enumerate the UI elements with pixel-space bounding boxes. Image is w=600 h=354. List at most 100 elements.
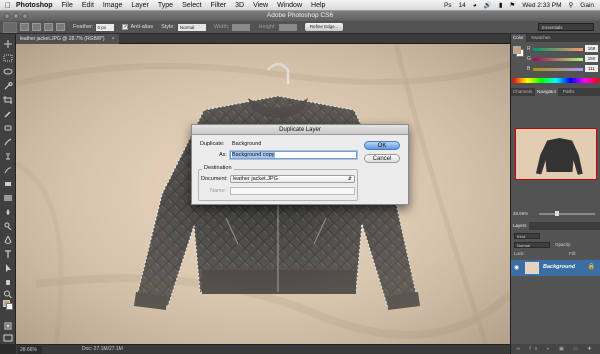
color-panel-tabs: Color Swatches: [511, 34, 600, 42]
hand-tool-icon[interactable]: [3, 278, 13, 286]
duplicate-value: Background: [232, 141, 262, 147]
history-brush-tool-icon[interactable]: [3, 166, 13, 174]
as-input[interactable]: Background copy: [230, 151, 357, 159]
document-size-info[interactable]: Doc: 27.1M/27.1M: [82, 345, 123, 354]
navigator-zoom-value[interactable]: 28.66%: [513, 211, 528, 216]
window-controls: [4, 13, 28, 19]
close-window-button[interactable]: [4, 13, 10, 19]
spotlight-icon[interactable]: ⚲: [569, 1, 574, 9]
blue-value-input[interactable]: 111: [585, 65, 598, 72]
intersect-selection-icon[interactable]: [56, 23, 65, 31]
menu-window[interactable]: Window: [277, 2, 302, 9]
layers-footer-icons[interactable]: ∞ fx ◐ ▣ ▭ ✚ 🗑: [511, 344, 600, 354]
red-slider[interactable]: [533, 48, 583, 51]
healing-brush-tool-icon[interactable]: [3, 124, 13, 132]
menu-3d[interactable]: 3D: [235, 2, 244, 9]
tab-swatches[interactable]: Swatches: [529, 34, 553, 42]
marquee-tool-icon[interactable]: [3, 54, 13, 62]
eye-icon[interactable]: ◉: [514, 264, 519, 271]
feather-input[interactable]: 0 px: [96, 23, 115, 31]
document-select[interactable]: leather jacket.JPG ⇵: [230, 175, 355, 183]
eyedropper-tool-icon[interactable]: [3, 110, 13, 118]
zoom-level-field[interactable]: 28.66%: [18, 346, 42, 354]
workspace-select[interactable]: Essentials: [538, 23, 594, 31]
menu-filter[interactable]: Filter: [211, 2, 227, 9]
navigator-zoom-slider[interactable]: [539, 211, 595, 216]
green-value-input[interactable]: 150: [585, 55, 598, 62]
zoom-tool-icon[interactable]: [3, 290, 13, 299]
menu-app-name[interactable]: Photoshop: [16, 2, 53, 9]
lasso-tool-icon[interactable]: [3, 68, 13, 76]
add-selection-icon[interactable]: [32, 23, 41, 31]
tab-paths[interactable]: Paths: [561, 88, 577, 96]
style-select[interactable]: Normal: [177, 23, 206, 31]
dodge-tool-icon[interactable]: [3, 222, 13, 231]
type-tool-icon[interactable]: [3, 250, 13, 258]
background-color-swatch[interactable]: [6, 303, 13, 310]
tab-layers[interactable]: Layers: [511, 222, 529, 230]
antialias-label: Anti-alias: [130, 24, 154, 30]
blend-mode-select[interactable]: Normal: [514, 242, 550, 248]
minimize-window-button[interactable]: [13, 13, 19, 19]
clone-stamp-tool-icon[interactable]: [3, 152, 13, 160]
navigator-zoom-thumb[interactable]: [555, 211, 559, 216]
move-tool-icon[interactable]: [3, 40, 13, 48]
wifi-icon[interactable]: ◕: [473, 2, 477, 9]
antialias-checkbox[interactable]: ✓: [122, 24, 129, 30]
tab-color[interactable]: Color: [511, 34, 526, 42]
close-tab-icon[interactable]: ×: [112, 34, 115, 44]
lock-icon[interactable]: 🔒: [588, 263, 595, 270]
battery-number[interactable]: 14: [459, 2, 466, 9]
volume-icon[interactable]: 🔊: [484, 1, 492, 9]
eraser-tool-icon[interactable]: [3, 180, 13, 188]
menu-type[interactable]: Type: [158, 2, 173, 9]
layer-row-background[interactable]: ◉ Background 🔒: [511, 260, 600, 276]
color-spectrum-bar[interactable]: [513, 78, 599, 83]
clock[interactable]: Wed 2:33 PM: [522, 2, 561, 9]
menu-view[interactable]: View: [253, 2, 268, 9]
tool-preset-picker[interactable]: [3, 21, 17, 33]
menu-edit[interactable]: Edit: [82, 2, 94, 9]
brush-tool-icon[interactable]: [3, 138, 13, 146]
document-tab[interactable]: leather jacket.JPG @ 28.7% (RGB/8*) ×: [16, 34, 119, 44]
crop-tool-icon[interactable]: [3, 96, 13, 104]
menu-layer[interactable]: Layer: [131, 2, 149, 9]
quick-mask-icon[interactable]: [3, 322, 13, 330]
name-input[interactable]: [230, 187, 355, 195]
new-selection-icon[interactable]: [20, 23, 29, 31]
user-name[interactable]: Gain: [580, 2, 594, 9]
layer-thumbnail: [525, 262, 539, 274]
ps-badge[interactable]: Ps: [444, 2, 452, 9]
path-selection-tool-icon[interactable]: [3, 264, 13, 272]
layer-filter-select[interactable]: Kind: [514, 233, 540, 239]
refine-edge-button[interactable]: Refine Edge...: [304, 23, 344, 31]
menu-file[interactable]: File: [62, 2, 73, 9]
color-panel-foreground-swatch[interactable]: [513, 46, 521, 54]
green-slider[interactable]: [533, 58, 583, 61]
gradient-tool-icon[interactable]: [3, 194, 13, 202]
ok-button[interactable]: OK: [364, 141, 400, 150]
tab-navigator[interactable]: Navigator: [535, 88, 559, 96]
battery-icon[interactable]: ▮: [499, 1, 503, 9]
subtract-selection-icon[interactable]: [44, 23, 53, 31]
height-input[interactable]: [278, 23, 297, 31]
flag-icon[interactable]: ⚑: [509, 1, 515, 9]
zoom-window-button[interactable]: [22, 13, 28, 19]
red-value-input[interactable]: 168: [585, 45, 598, 52]
pen-tool-icon[interactable]: [3, 234, 13, 245]
navigator-thumbnail[interactable]: [515, 128, 597, 180]
layer-name[interactable]: Background: [543, 264, 575, 270]
width-input[interactable]: [232, 23, 251, 31]
quick-selection-tool-icon[interactable]: [3, 82, 13, 90]
tab-channels[interactable]: Channels: [511, 88, 534, 96]
menu-image[interactable]: Image: [103, 2, 122, 9]
apple-icon[interactable]: : [0, 1, 16, 10]
menu-help[interactable]: Help: [311, 2, 325, 9]
blue-slider[interactable]: [533, 68, 583, 71]
blur-tool-icon[interactable]: [3, 208, 13, 216]
menu-select[interactable]: Select: [182, 2, 201, 9]
fill-label: Fill:: [569, 251, 576, 256]
menu-status-area: Ps 14 ◕ 🔊 ▮ ⚑ Wed 2:33 PM ⚲ Gain: [444, 1, 600, 10]
screen-mode-icon[interactable]: [3, 334, 13, 342]
cancel-button[interactable]: Cancel: [364, 154, 400, 163]
